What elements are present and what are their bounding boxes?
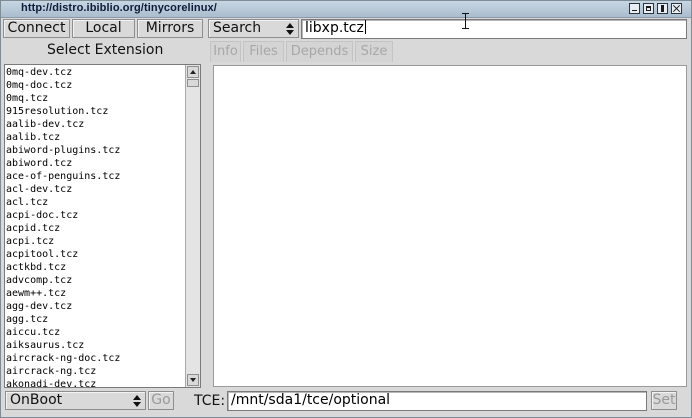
list-scrollbar[interactable] bbox=[185, 65, 200, 387]
app-window: http://distro.ibiblio.org/tinycorelinux/… bbox=[0, 0, 692, 418]
list-item[interactable]: acl.tcz bbox=[6, 196, 120, 209]
search-input-value: libxp.tcz bbox=[305, 20, 364, 36]
list-item[interactable]: aircrack-ng-doc.tcz bbox=[6, 352, 120, 365]
extension-list-items: 0mq-dev.tcz 0mq-doc.tcz 0mq.tcz 915resol… bbox=[6, 66, 120, 387]
search-mode-value: Search bbox=[213, 20, 262, 36]
text-caret bbox=[364, 20, 366, 34]
install-mode-value: OnBoot bbox=[10, 392, 63, 408]
tce-path-value: /mnt/sda1/tce/optional bbox=[231, 392, 391, 408]
scroll-down-arrow-icon[interactable] bbox=[187, 374, 199, 386]
list-item[interactable]: 0mq.tcz bbox=[6, 92, 120, 105]
shade-icon[interactable] bbox=[657, 3, 668, 14]
close-icon[interactable] bbox=[671, 3, 682, 14]
scroll-thumb[interactable] bbox=[187, 79, 199, 87]
list-item[interactable]: acpitool.tcz bbox=[6, 248, 120, 261]
list-item[interactable]: 915resolution.tcz bbox=[6, 105, 120, 118]
list-item[interactable]: akonadi-dev.tcz bbox=[6, 378, 120, 387]
list-item[interactable]: acpid.tcz bbox=[6, 222, 120, 235]
select-extension-heading: Select Extension bbox=[47, 42, 164, 58]
list-item[interactable]: agg-dev.tcz bbox=[6, 300, 120, 313]
title-bar[interactable]: http://distro.ibiblio.org/tinycorelinux/ bbox=[1, 1, 691, 18]
search-mode-select[interactable]: Search bbox=[208, 19, 299, 38]
minimize-icon[interactable] bbox=[629, 3, 640, 14]
window-title: http://distro.ibiblio.org/tinycorelinux/ bbox=[21, 2, 217, 14]
list-item[interactable]: 0mq-doc.tcz bbox=[6, 79, 120, 92]
list-item[interactable]: ace-of-penguins.tcz bbox=[6, 170, 120, 183]
search-input[interactable]: libxp.tcz bbox=[301, 19, 687, 39]
spin-arrows-icon bbox=[286, 23, 294, 35]
list-item[interactable]: aalib.tcz bbox=[6, 131, 120, 144]
tce-label: TCE: bbox=[194, 393, 226, 409]
list-item[interactable]: abiword-plugins.tcz bbox=[6, 144, 120, 157]
list-item[interactable]: aiksaurus.tcz bbox=[6, 339, 120, 352]
tab-files[interactable]: Files bbox=[243, 41, 284, 62]
list-item[interactable]: actkbd.tcz bbox=[6, 261, 120, 274]
connect-button[interactable]: Connect bbox=[3, 19, 70, 38]
list-item[interactable]: advcomp.tcz bbox=[6, 274, 120, 287]
list-item[interactable]: aewm++.tcz bbox=[6, 287, 120, 300]
tab-depends[interactable]: Depends bbox=[286, 41, 353, 62]
list-item[interactable]: acpi.tcz bbox=[6, 235, 120, 248]
local-button[interactable]: Local bbox=[72, 19, 135, 38]
list-item[interactable]: abiword.tcz bbox=[6, 157, 120, 170]
extension-list[interactable]: 0mq-dev.tcz 0mq-doc.tcz 0mq.tcz 915resol… bbox=[4, 64, 201, 388]
maximize-icon[interactable] bbox=[643, 3, 654, 14]
list-item[interactable]: agg.tcz bbox=[6, 313, 120, 326]
list-item[interactable]: aalib-dev.tcz bbox=[6, 118, 120, 131]
list-item[interactable]: aircrack-ng.tcz bbox=[6, 365, 120, 378]
list-item[interactable]: acl-dev.tcz bbox=[6, 183, 120, 196]
ibeam-cursor-icon bbox=[461, 13, 470, 29]
tce-path-input[interactable]: /mnt/sda1/tce/optional bbox=[227, 391, 647, 411]
install-mode-select[interactable]: OnBoot bbox=[5, 391, 146, 410]
go-button[interactable]: Go bbox=[148, 391, 174, 410]
tab-info[interactable]: Info bbox=[210, 41, 241, 62]
scroll-up-arrow-icon[interactable] bbox=[187, 66, 199, 78]
tab-size[interactable]: Size bbox=[355, 41, 393, 62]
extension-info-panel[interactable] bbox=[213, 65, 687, 387]
mirrors-button[interactable]: Mirrors bbox=[137, 19, 203, 38]
list-item[interactable]: acpi-doc.tcz bbox=[6, 209, 120, 222]
set-button[interactable]: Set bbox=[651, 391, 677, 410]
spin-arrows-icon bbox=[133, 395, 141, 407]
list-item[interactable]: 0mq-dev.tcz bbox=[6, 66, 120, 79]
list-item[interactable]: aiccu.tcz bbox=[6, 326, 120, 339]
